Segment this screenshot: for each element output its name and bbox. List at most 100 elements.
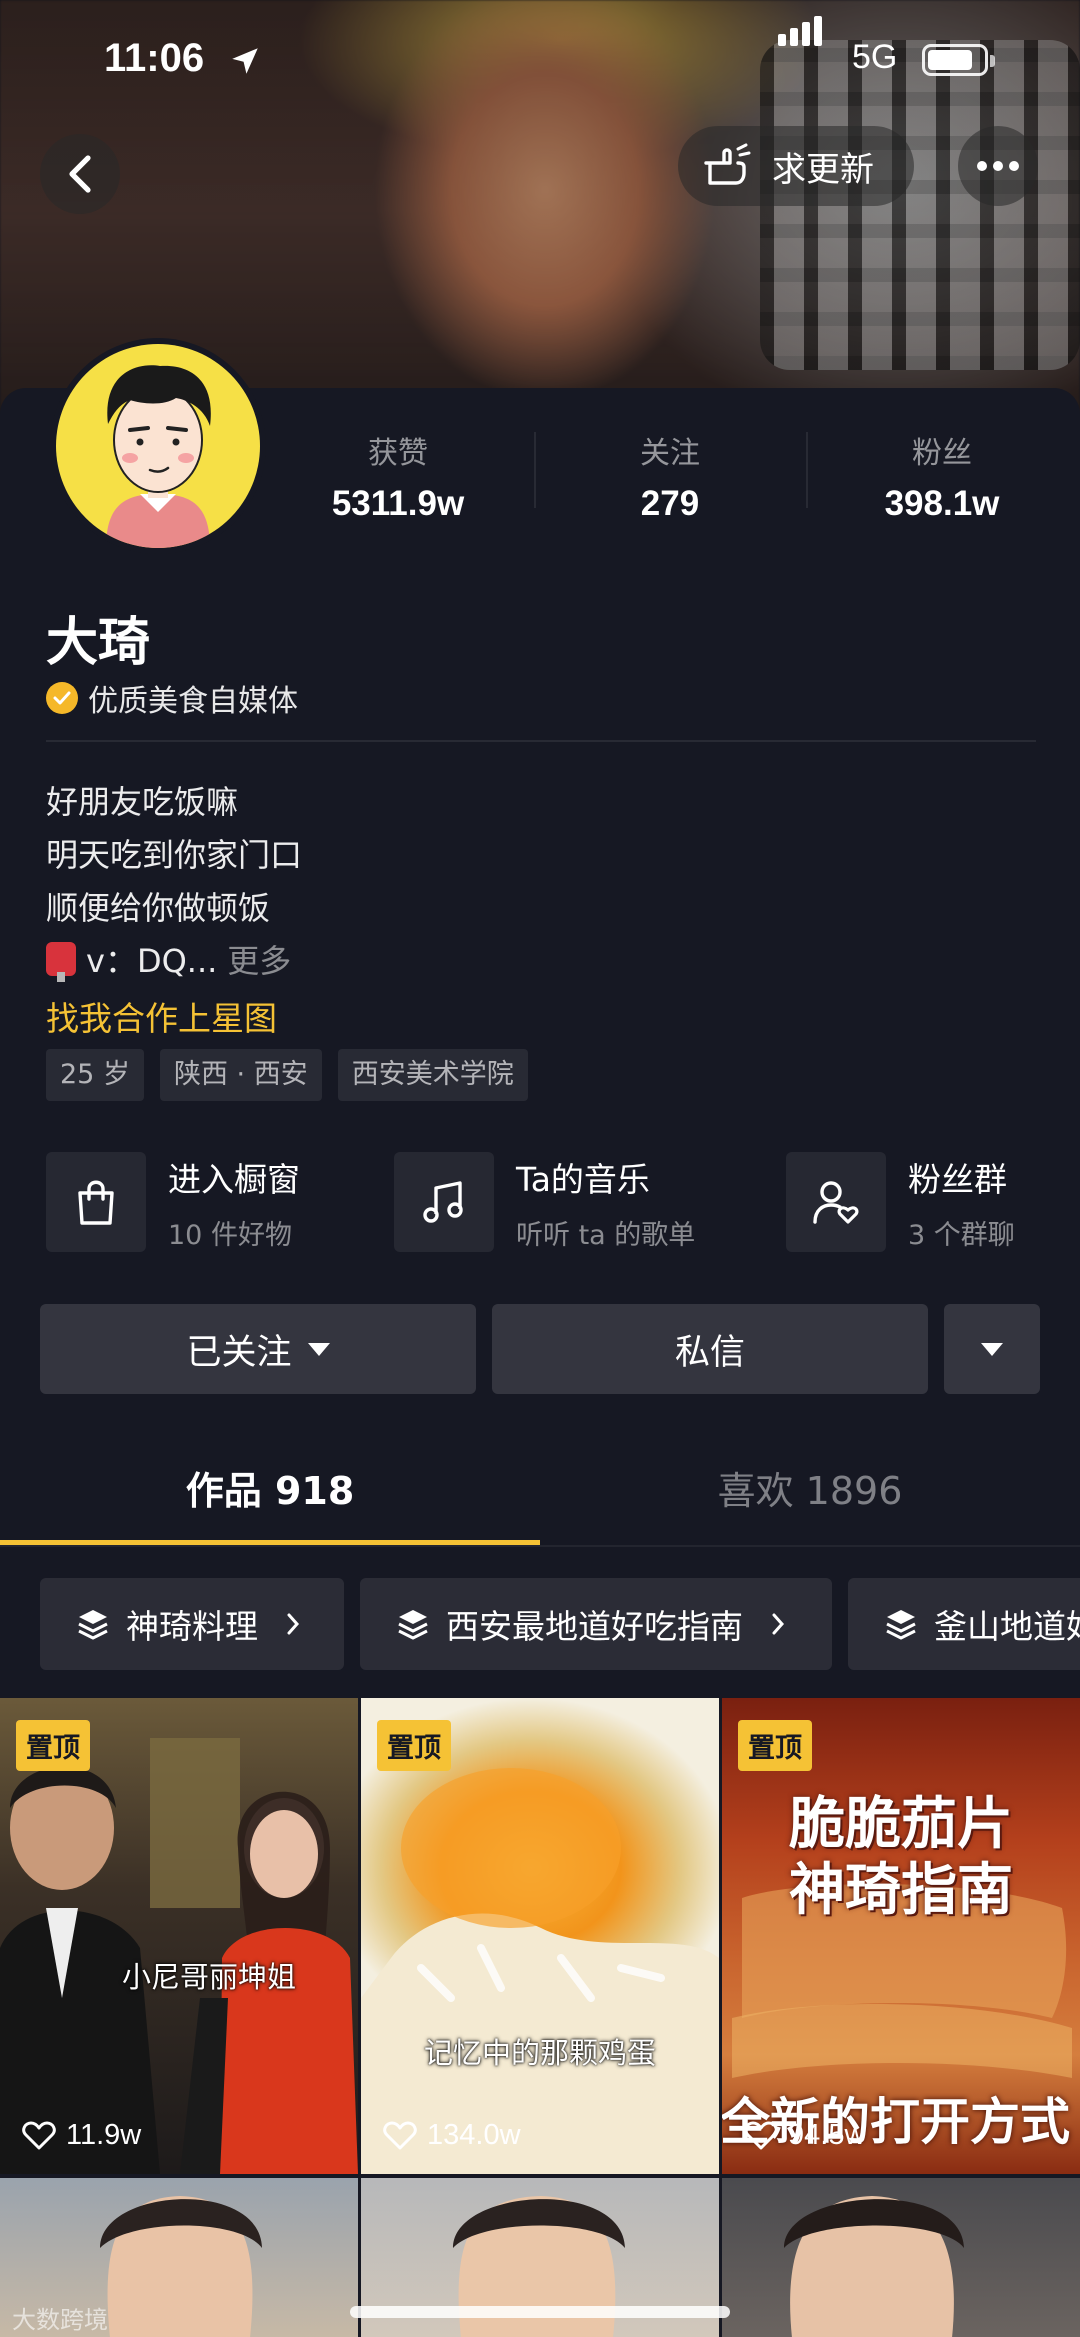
- status-bar: 11:06 5G: [0, 16, 1080, 96]
- stat-divider: [806, 432, 808, 508]
- feature-fan-group[interactable]: 粉丝群 3 个群聊: [786, 1152, 1015, 1252]
- verified-badge: 优质美食自媒体: [46, 676, 298, 720]
- tab-likes[interactable]: 喜欢 1896: [540, 1434, 1080, 1548]
- tag-location: 陕西 · 西安: [159, 1049, 322, 1101]
- feature-title: 粉丝群: [908, 1159, 1007, 1199]
- stat-followers[interactable]: 粉丝 398.1w: [822, 428, 1062, 524]
- tab-works[interactable]: 作品 918: [0, 1434, 540, 1548]
- home-indicator[interactable]: [350, 2306, 730, 2318]
- video-likes: 94.5w: [744, 2119, 865, 2152]
- bio-more-link[interactable]: 更多: [227, 942, 291, 980]
- video-thumbnail[interactable]: 置顶 小尼哥丽坤姐 11.9w: [0, 1698, 358, 2174]
- chevron-right-icon: [772, 1613, 785, 1635]
- layers-icon: [886, 1610, 916, 1640]
- star-map-link[interactable]: 找我合作上星图: [46, 992, 277, 1040]
- video-thumbnail[interactable]: [722, 2178, 1080, 2337]
- stat-divider: [534, 432, 536, 508]
- feature-title: 进入橱窗: [168, 1159, 300, 1199]
- fan-group-icon: [786, 1152, 886, 1252]
- avatar-image: [56, 344, 260, 548]
- video-caption-line: 神琦指南: [789, 1857, 1013, 1923]
- like-count: 134.0w: [427, 2119, 521, 2151]
- more-dots-icon: [977, 161, 1019, 171]
- back-button[interactable]: [40, 134, 120, 214]
- feature-music[interactable]: Ta的音乐 听听 ta 的歌单: [394, 1152, 695, 1252]
- collection-label: 釜山地道好: [934, 1607, 1080, 1646]
- stat-likes-value: 5311.9w: [331, 484, 465, 523]
- heart-icon: [744, 2121, 778, 2149]
- pointing-hand-icon: [704, 143, 751, 185]
- chevron-left-icon: [69, 155, 91, 193]
- collections-row: 神琦料理 西安最地道好吃指南 釜山地道好: [40, 1578, 1080, 1670]
- video-caption-line: 脆脆茄片: [789, 1791, 1013, 1857]
- profile-tags: 25 岁 陕西 · 西安 西安美术学院: [46, 1049, 528, 1101]
- content-tabs: 作品 918 喜欢 1896: [0, 1434, 1080, 1548]
- collection-chip[interactable]: 神琦料理: [40, 1578, 344, 1670]
- video-caption: 记忆中的那颗鸡蛋: [423, 2036, 656, 2070]
- watermark: 大数跨境: [12, 2306, 108, 2334]
- verified-check-icon: [46, 682, 78, 714]
- video-thumbnail[interactable]: 置顶 记忆中的那颗鸡蛋 134.0w: [361, 1698, 719, 2174]
- followed-label: 已关注: [186, 1332, 292, 1373]
- like-count: 11.9w: [66, 2119, 142, 2151]
- feature-subtitle: 3 个群聊: [908, 1219, 1015, 1251]
- feature-subtitle: 10 件好物: [168, 1219, 292, 1251]
- chevron-right-icon: [287, 1613, 300, 1635]
- feature-shop-window[interactable]: 进入橱窗 10 件好物: [46, 1152, 300, 1252]
- tab-divider: [0, 1545, 1080, 1547]
- action-buttons: 已关注 私信: [40, 1304, 1040, 1394]
- more-options-button[interactable]: [958, 126, 1038, 206]
- message-button[interactable]: 私信: [492, 1304, 928, 1394]
- followed-button[interactable]: 已关注: [40, 1304, 476, 1394]
- feature-row: 进入橱窗 10 件好物 Ta的音乐 听听 ta 的歌单 粉丝群 3 个群聊: [46, 1152, 1080, 1252]
- verified-label: 优质美食自媒体: [88, 684, 298, 719]
- bio-contact-line: v：DQ... 更多: [46, 935, 302, 988]
- layers-icon: [398, 1610, 428, 1640]
- profile-name: 大琦: [46, 613, 151, 673]
- thumbnail-image: [784, 2196, 964, 2337]
- avatar[interactable]: [50, 338, 266, 554]
- collection-label: 神琦料理: [126, 1607, 258, 1646]
- video-thumbnail[interactable]: 置顶 脆脆茄片 神琦指南 全新的打开方式 94.5w: [722, 1698, 1080, 2174]
- stat-followers-value: 398.1w: [884, 484, 1000, 523]
- recommend-dropdown-button[interactable]: [944, 1304, 1040, 1394]
- section-divider: [46, 740, 1036, 742]
- collection-chip[interactable]: 西安最地道好吃指南: [360, 1578, 832, 1670]
- stat-likes-label: 获赞: [368, 436, 428, 471]
- layers-icon: [78, 1610, 108, 1640]
- caret-down-icon: [981, 1342, 1003, 1356]
- battery-icon: [922, 44, 995, 76]
- bio-contact: v：DQ...: [86, 942, 218, 980]
- pinned-badge: 置顶: [16, 1720, 90, 1771]
- stat-followers-label: 粉丝: [912, 436, 972, 471]
- status-time: 11:06: [104, 36, 205, 80]
- feature-title: Ta的音乐: [516, 1159, 650, 1199]
- message-label: 私信: [674, 1332, 745, 1373]
- pinned-badge: 置顶: [738, 1720, 812, 1771]
- heart-icon: [383, 2121, 417, 2149]
- caret-down-icon: [307, 1342, 330, 1356]
- mailbox-icon: [46, 942, 76, 982]
- pinned-badge: 置顶: [377, 1720, 451, 1771]
- music-note-icon: [394, 1152, 494, 1252]
- tag-school[interactable]: 西安美术学院: [337, 1049, 528, 1101]
- stat-likes[interactable]: 获赞 5311.9w: [278, 428, 518, 524]
- cartoon-face-icon: [106, 365, 211, 548]
- collection-chip[interactable]: 釜山地道好: [848, 1578, 1080, 1670]
- stat-following-label: 关注: [640, 436, 700, 471]
- bio-line: 好朋友吃饭嘛: [46, 783, 239, 821]
- collection-label: 西安最地道好吃指南: [446, 1607, 743, 1646]
- heart-icon: [22, 2121, 56, 2149]
- video-caption: 小尼哥丽坤姐: [121, 1960, 296, 1994]
- bio[interactable]: 好朋友吃饭嘛 明天吃到你家门口 顺便给你做顿饭 v：DQ... 更多: [46, 776, 302, 988]
- video-likes: 11.9w: [22, 2119, 141, 2152]
- stat-following[interactable]: 关注 279: [550, 428, 790, 524]
- request-update-button[interactable]: 求更新: [678, 126, 914, 206]
- tag-age: 25 岁: [46, 1049, 144, 1101]
- video-likes: 134.0w: [383, 2119, 521, 2152]
- network-type: 5G: [852, 38, 898, 76]
- like-count: 94.5w: [788, 2119, 866, 2151]
- bio-line: 明天吃到你家门口: [46, 836, 303, 874]
- bio-line: 顺便给你做顿饭: [46, 889, 271, 927]
- request-update-label: 求更新: [772, 149, 874, 190]
